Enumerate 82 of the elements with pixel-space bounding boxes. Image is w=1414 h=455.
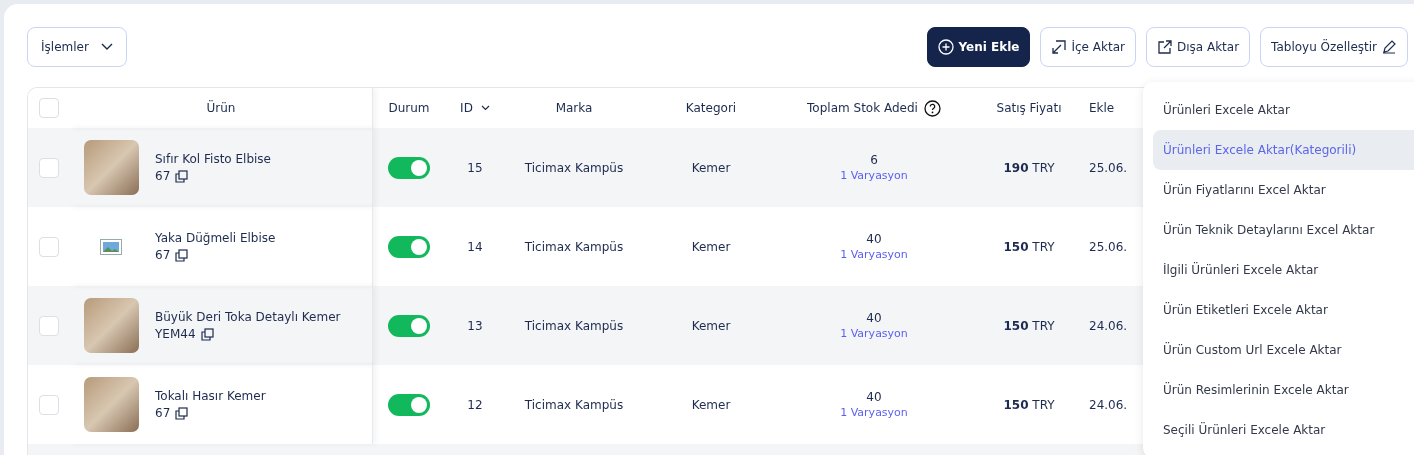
table-cell: Ticimax Kampüs xyxy=(524,160,624,175)
column-header: Marka xyxy=(555,101,593,115)
menu-item[interactable]: Ürün Etiketleri Excele Aktar xyxy=(1153,290,1414,330)
copy-icon[interactable] xyxy=(175,406,189,420)
table-cell: 40 xyxy=(866,232,882,246)
menu-item[interactable]: Ürünleri Excele Aktar(Kategorili) xyxy=(1153,130,1414,170)
table-cell: 14 xyxy=(467,239,483,254)
status-toggle[interactable] xyxy=(388,314,430,337)
select-all-checkbox[interactable] xyxy=(39,98,59,118)
status-toggle[interactable] xyxy=(388,393,430,416)
table-cell: 24.06. xyxy=(1089,397,1128,412)
table-cell: 6 xyxy=(870,153,878,167)
column-header: Ekle xyxy=(1089,101,1115,115)
sortable-column-header[interactable]: ID xyxy=(460,101,473,115)
product-name: Büyük Deri Toka Detaylı Kemer xyxy=(155,310,341,324)
product-code: 67 xyxy=(155,248,171,262)
price-cell: 150 TRY xyxy=(1003,318,1055,333)
variants-link[interactable]: 1 Varyasyon xyxy=(840,169,908,182)
table-cell: Ticimax Kampüs xyxy=(524,239,624,254)
variants-link[interactable]: 1 Varyasyon xyxy=(840,248,908,261)
variants-link[interactable]: 1 Varyasyon xyxy=(840,406,908,419)
price-cell: 190 TRY xyxy=(1003,160,1055,175)
menu-item[interactable]: Seçili Ürünleri Excele Aktar xyxy=(1153,410,1414,450)
menu-item[interactable]: İlgili Ürünleri Excele Aktar xyxy=(1153,250,1414,290)
table-cell: 13 xyxy=(467,318,483,333)
image-placeholder-icon xyxy=(100,238,122,255)
status-toggle[interactable] xyxy=(388,235,430,258)
customize-table-button[interactable]: Tabloyu Özelleştir xyxy=(1260,27,1408,67)
pencil-icon xyxy=(1381,39,1397,55)
menu-item[interactable]: Ürün Resimlerinin Excele Aktar xyxy=(1153,370,1414,410)
menu-item[interactable]: Ürün Fiyatlarını Excel Aktar xyxy=(1153,170,1414,210)
column-header: Ürün xyxy=(206,101,236,115)
actions-dropdown[interactable]: İşlemler xyxy=(27,27,127,67)
photo-placeholder xyxy=(83,140,139,195)
table-cell: 15 xyxy=(467,160,483,175)
table-cell: 12 xyxy=(467,397,483,412)
menu-item[interactable]: Ürün Teknik Detaylarını Excel Aktar xyxy=(1153,210,1414,250)
product-code: YEM44 xyxy=(155,327,196,341)
price-cell: 150 TRY xyxy=(1003,397,1055,412)
product-code: 67 xyxy=(155,169,171,183)
price-cell: 150 TRY xyxy=(1003,239,1055,254)
photo-placeholder xyxy=(83,298,139,353)
row-checkbox[interactable] xyxy=(39,236,59,257)
variants-link[interactable]: 1 Varyasyon xyxy=(840,327,908,340)
copy-icon[interactable] xyxy=(175,169,189,183)
import-button[interactable]: İçe Aktar xyxy=(1040,27,1136,67)
import-icon xyxy=(1051,39,1068,55)
menu-item[interactable]: Ürün Custom Url Excele Aktar xyxy=(1153,330,1414,370)
chevron-down-icon xyxy=(100,43,113,51)
table-cell: 40 xyxy=(866,311,882,325)
table-cell: Kemer xyxy=(691,239,731,254)
status-toggle[interactable] xyxy=(388,156,430,179)
product-name: Yaka Düğmeli Elbise xyxy=(155,231,276,245)
table-cell: Kemer xyxy=(691,160,731,175)
column-header: Satış Fiyatı xyxy=(996,101,1062,115)
column-header: Toplam Stok Adedi xyxy=(807,101,918,115)
export-button[interactable]: Dışa Aktar xyxy=(1145,27,1251,67)
copy-icon[interactable] xyxy=(175,248,189,262)
plus-circle-icon xyxy=(938,39,955,55)
column-header: Kategori xyxy=(685,101,737,115)
row-checkbox[interactable] xyxy=(39,157,59,178)
external-link-icon xyxy=(1156,39,1173,55)
table-cell: 25.06. xyxy=(1089,160,1128,175)
table-cell: Ticimax Kampüs xyxy=(524,318,624,333)
product-code: 67 xyxy=(155,406,171,420)
product-name: Sıfır Kol Fisto Elbise xyxy=(155,152,271,166)
column-header: Durum xyxy=(388,101,430,115)
table-cell: Ticimax Kampüs xyxy=(524,397,624,412)
copy-icon[interactable] xyxy=(200,327,214,341)
table-cell: Kemer xyxy=(691,397,731,412)
product-name: Tokalı Hasır Kemer xyxy=(155,389,266,403)
add-new-button[interactable]: Yeni Ekle xyxy=(927,27,1031,67)
chevron-down-icon xyxy=(480,105,490,111)
row-checkbox[interactable] xyxy=(39,394,59,415)
table-cell: Kemer xyxy=(691,318,731,333)
table-cell: 25.06. xyxy=(1089,239,1128,254)
row-checkbox[interactable] xyxy=(39,315,59,336)
table-cell: 40 xyxy=(866,390,882,404)
table-cell: 24.06. xyxy=(1089,318,1128,333)
help-icon[interactable] xyxy=(923,99,941,117)
photo-placeholder xyxy=(83,377,139,432)
menu-item[interactable]: Ürünleri Excele Aktar xyxy=(1153,90,1414,130)
